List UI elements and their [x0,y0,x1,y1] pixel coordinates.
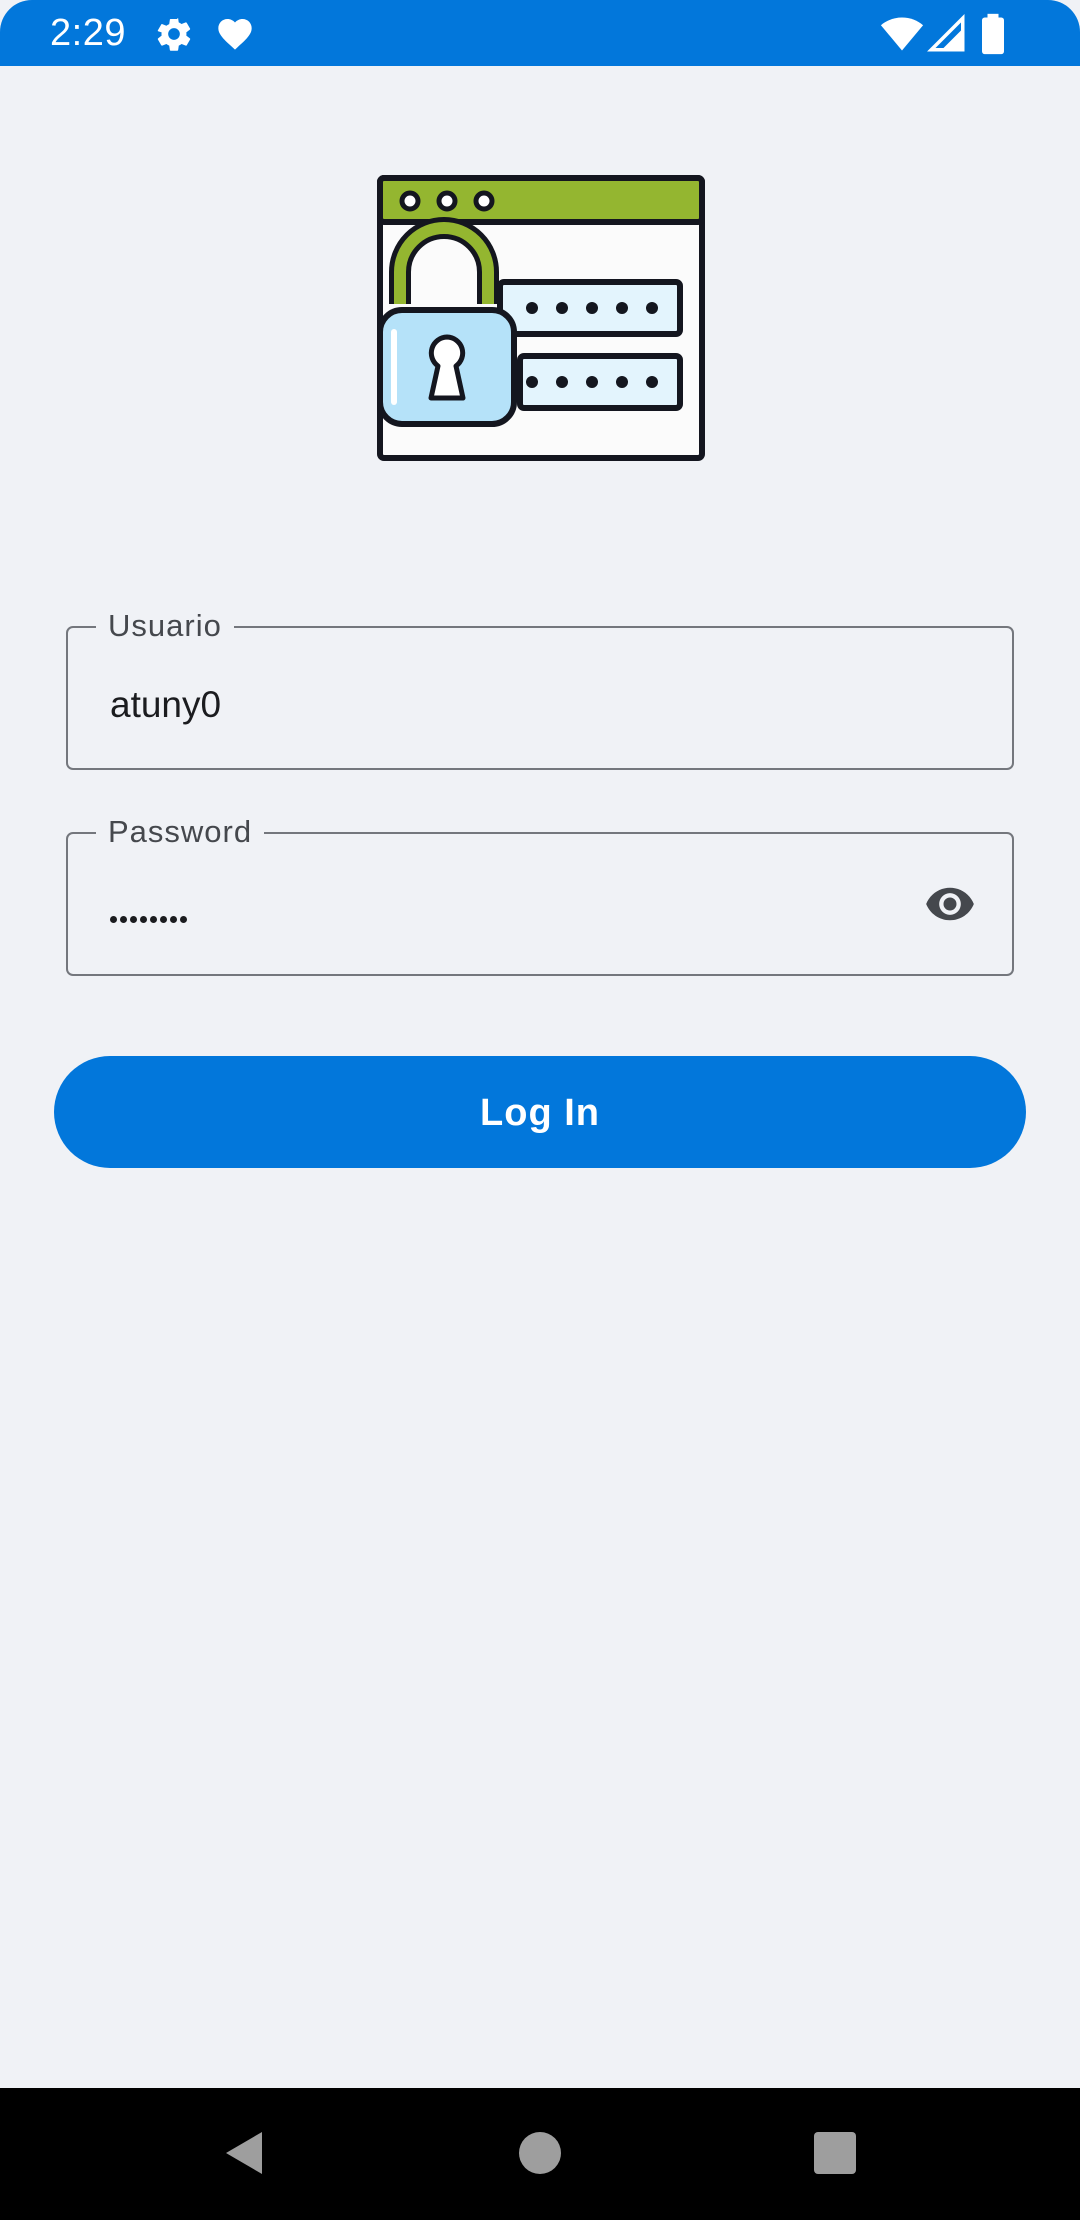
login-padlock-illustration [377,175,705,461]
eye-icon[interactable] [918,878,982,930]
recents-icon[interactable] [810,2128,860,2178]
password-label: Password [96,812,265,852]
status-time: 2:29 [50,12,126,54]
wifi-icon [880,17,924,51]
password-masked-value[interactable] [110,916,187,923]
home-icon[interactable] [515,2128,565,2178]
battery-icon [982,13,1004,55]
navigation-bar [0,2088,1080,2220]
gear-icon [157,18,191,51]
login-button[interactable]: Log In [54,1056,1026,1168]
password-field[interactable]: Password [66,812,1014,976]
heart-icon [218,19,252,50]
status-bar: 2:29 [0,0,1080,66]
username-label: Usuario [96,606,234,646]
username-field[interactable]: Usuario atuny0 [66,606,1014,770]
username-value[interactable]: atuny0 [110,682,221,728]
signal-icon [927,14,965,52]
back-icon[interactable] [220,2128,270,2178]
